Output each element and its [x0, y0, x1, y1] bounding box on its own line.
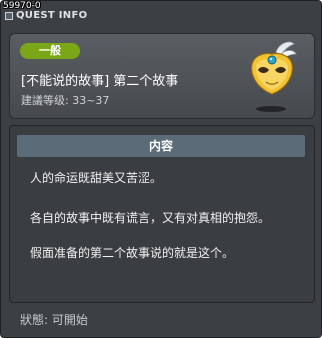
category-badge: 一般	[20, 43, 80, 59]
content-heading: 内容	[17, 135, 305, 157]
content-panel: 内容 人的命运既甜美又苦涩。 各自的故事中既有谎言，又有对真相的抱怨。 假面准备…	[9, 125, 315, 303]
title-bar[interactable]: 59970-0 QUEST INFO	[1, 1, 321, 25]
window-title: QUEST INFO	[16, 10, 88, 21]
content-line: 各自的故事中既有谎言，又有对真相的抱怨。	[30, 211, 271, 225]
content-line: 人的命运既甜美又苦涩。	[30, 171, 163, 185]
quest-name: [不能说的故事] 第二个故事	[21, 74, 179, 89]
quest-header-panel: 一般 [不能说的故事] 第二个故事 建議等级: 33~37	[9, 33, 315, 119]
level-recommendation: 建議等级: 33~37	[21, 94, 110, 107]
quest-info-window: 59970-0 QUEST INFO 一般 [不能说的故事] 第二个故事 建議等…	[0, 0, 322, 338]
quest-status: 狀態: 可開始	[20, 313, 88, 327]
masquerade-mask-icon	[251, 41, 297, 95]
info-icon	[5, 12, 13, 20]
mask-shadow	[256, 106, 286, 112]
content-line: 假面准备的第二个故事说的就是这个。	[30, 246, 235, 260]
